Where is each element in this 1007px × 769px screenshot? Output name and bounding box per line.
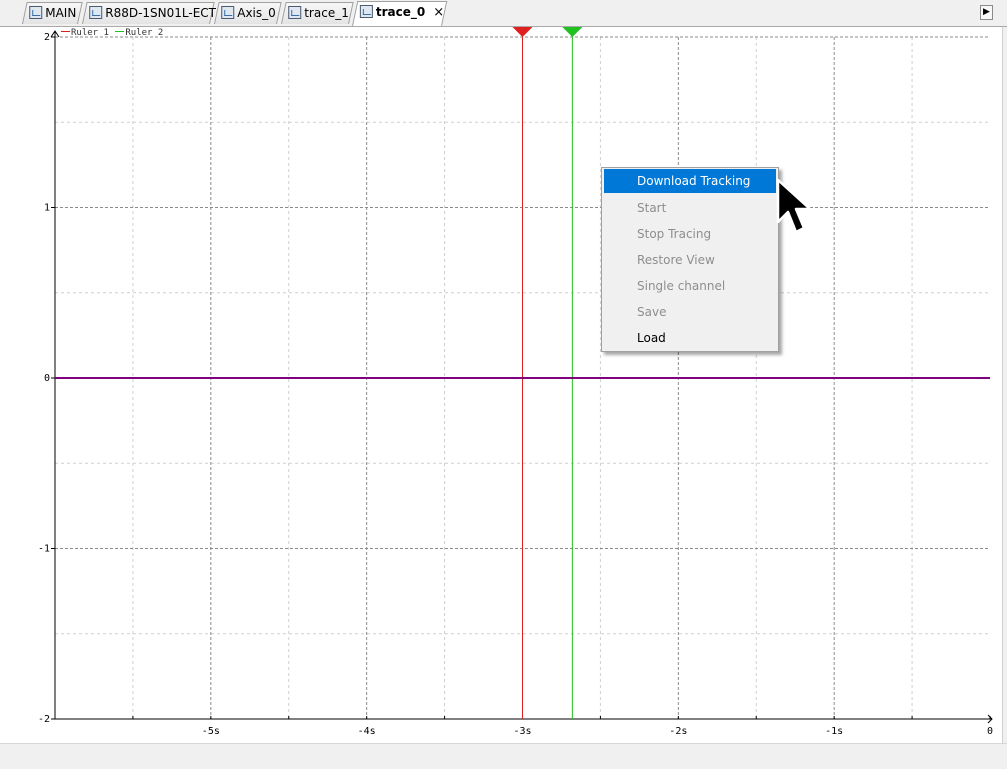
tab-label: R88D-1SN01L-ECT <box>105 6 217 20</box>
x-tick-label: -5s <box>202 726 220 737</box>
tab-label: Axis_0 <box>237 6 276 20</box>
axis-icon <box>221 6 235 19</box>
y-tick-label: -2 <box>38 714 50 725</box>
x-tick-label: -2s <box>669 726 687 737</box>
ruler2-legend-label: Ruler 2 <box>125 28 164 38</box>
close-icon[interactable]: × <box>433 5 444 20</box>
trace-chart[interactable]: -5s -4s -3s -2s -1s 0 -2 -1 0 1 2 Ruler 1 Ruler 2 <box>0 27 1002 743</box>
menu-item-restore-view[interactable]: Restore View <box>604 247 776 273</box>
ruler1-swatch <box>61 31 70 32</box>
x-tick-label: -3s <box>513 726 531 737</box>
menu-item-save[interactable]: Save <box>604 299 776 325</box>
ruler2-swatch <box>115 31 125 32</box>
menu-item-download-tracking[interactable]: Download Tracking <box>604 169 776 193</box>
tab-r88d[interactable]: R88D-1SN01L-ECT <box>82 2 217 24</box>
editor-tab-bar: MAIN R88D-1SN01L-ECT Axis_0 trace_1 trac… <box>0 0 1007 27</box>
x-tick-label: -1s <box>825 726 843 737</box>
tab-axis0[interactable]: Axis_0 <box>214 2 282 24</box>
menu-item-start[interactable]: Start <box>604 195 776 221</box>
status-bar <box>0 743 1007 769</box>
tab-label: MAIN <box>45 6 77 20</box>
ruler-marker <box>512 27 533 37</box>
tab-label: trace_1 <box>304 6 349 20</box>
menu-item-stop-tracing[interactable]: Stop Tracing <box>604 221 776 247</box>
trace-icon <box>359 5 373 18</box>
ruler-legend: Ruler 1 Ruler 2 <box>60 28 163 38</box>
right-splitter[interactable] <box>1002 27 1007 743</box>
mouse-pointer-icon <box>776 178 812 234</box>
ruler1-legend-label: Ruler 1 <box>71 28 109 38</box>
trace-plot[interactable]: -5s -4s -3s -2s -1s 0 -2 -1 0 1 2 <box>0 27 1002 743</box>
program-icon <box>29 6 43 19</box>
tab-trace0[interactable]: trace_0 × <box>352 1 448 26</box>
x-tick-label: 0 <box>987 726 993 737</box>
menu-item-single-channel[interactable]: Single channel <box>604 273 776 299</box>
ruler-marker <box>562 27 583 37</box>
tab-main[interactable]: MAIN <box>22 2 83 24</box>
y-tick-label: 0 <box>44 373 50 384</box>
device-icon <box>89 6 103 19</box>
trace-context-menu: Download Tracking Start Stop Tracing Res… <box>601 167 779 352</box>
tab-trace1[interactable]: trace_1 <box>281 2 354 24</box>
y-tick-label: 1 <box>44 203 50 214</box>
tab-label: trace_0 <box>375 5 426 19</box>
tab-scroll-right-button[interactable]: ▶ <box>980 5 993 20</box>
menu-item-load[interactable]: Load <box>604 325 776 351</box>
y-tick-label: -1 <box>38 544 50 555</box>
x-tick-label: -4s <box>358 726 376 737</box>
y-tick-label: 2 <box>44 32 50 43</box>
trace-icon <box>288 6 302 19</box>
